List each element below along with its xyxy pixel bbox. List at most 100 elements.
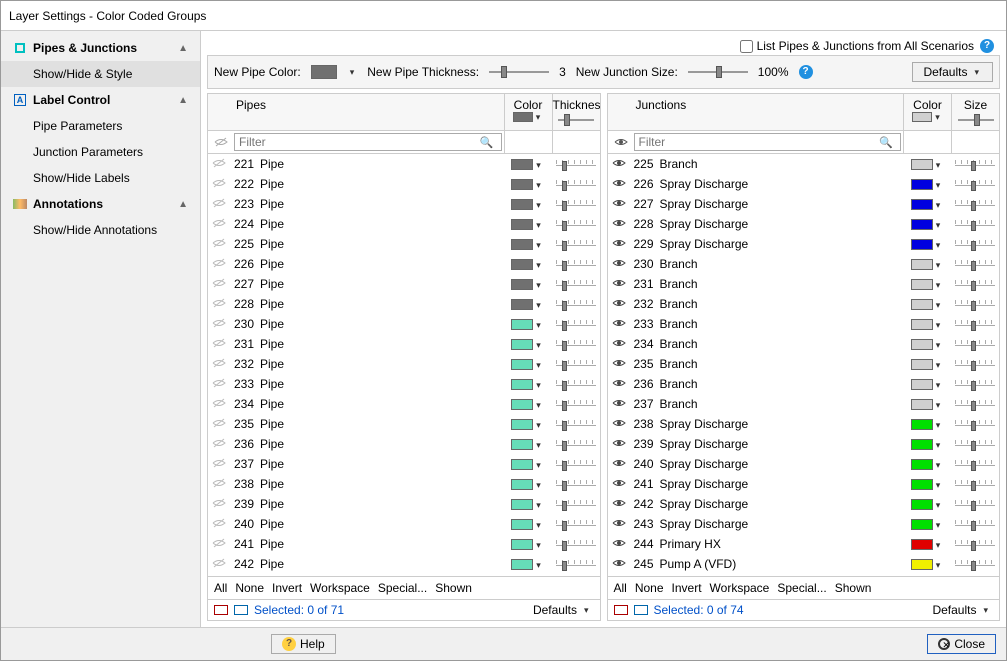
table-row[interactable]: 225 Pipe ▾ [208,234,600,254]
chevron-down-icon[interactable]: ▾ [347,67,358,78]
eye-hidden-icon[interactable] [208,317,230,331]
row-color[interactable]: ▾ [504,417,552,431]
select-special[interactable]: Special... [378,581,427,595]
row-slider[interactable] [951,517,999,531]
row-color[interactable]: ▾ [903,557,951,571]
eye-icon[interactable] [608,397,630,411]
eye-icon[interactable] [608,437,630,451]
row-slider[interactable] [951,497,999,511]
sidebar-header-label-control[interactable]: A Label Control ▲ [1,87,200,113]
chevron-down-icon[interactable]: ▾ [933,280,944,290]
row-color[interactable]: ▾ [903,317,951,331]
table-row[interactable]: 241 Spray Discharge ▾ [608,474,1000,494]
header-thickness-slider[interactable] [558,112,594,128]
table-row[interactable]: 232 Branch ▾ [608,294,1000,314]
chevron-down-icon[interactable]: ▾ [533,112,544,123]
table-row[interactable]: 235 Pipe ▾ [208,414,600,434]
chevron-down-icon[interactable]: ▾ [533,560,544,570]
chevron-down-icon[interactable]: ▾ [533,440,544,450]
chevron-down-icon[interactable]: ▾ [933,420,944,430]
table-row[interactable]: 230 Branch ▾ [608,254,1000,274]
eye-hidden-icon[interactable] [208,297,230,311]
table-row[interactable]: 225 Branch ▾ [608,154,1000,174]
chevron-down-icon[interactable]: ▾ [533,540,544,550]
row-slider[interactable] [552,477,600,491]
chevron-down-icon[interactable]: ▾ [533,380,544,390]
row-slider[interactable] [951,357,999,371]
row-slider[interactable] [552,337,600,351]
junctions-filter-input[interactable] [634,133,902,151]
table-row[interactable]: 226 Spray Discharge ▾ [608,174,1000,194]
chevron-down-icon[interactable]: ▾ [933,520,944,530]
row-slider[interactable] [552,517,600,531]
help-button[interactable]: ? Help [271,634,336,654]
sidebar-item-junction-parameters[interactable]: Junction Parameters [1,139,200,165]
eye-icon[interactable] [614,137,628,147]
row-color[interactable]: ▾ [504,497,552,511]
row-color[interactable]: ▾ [903,457,951,471]
row-color[interactable]: ▾ [504,517,552,531]
eye-icon[interactable] [608,317,630,331]
new-pipe-color-swatch[interactable] [311,65,337,79]
defaults-button[interactable]: Defaults▾ [912,62,993,82]
row-color[interactable]: ▾ [903,257,951,271]
help-icon[interactable]: ? [799,65,813,79]
table-row[interactable]: 223 Pipe ▾ [208,194,600,214]
row-slider[interactable] [552,317,600,331]
row-color[interactable]: ▾ [903,377,951,391]
sidebar-item-showhide-labels[interactable]: Show/Hide Labels [1,165,200,191]
help-icon[interactable]: ? [980,39,994,53]
table-row[interactable]: 240 Spray Discharge ▾ [608,454,1000,474]
eye-icon[interactable] [608,477,630,491]
row-color[interactable]: ▾ [504,457,552,471]
chevron-down-icon[interactable]: ▾ [533,400,544,410]
chevron-down-icon[interactable]: ▾ [933,340,944,350]
eye-icon[interactable] [608,417,630,431]
eye-icon[interactable] [608,537,630,551]
row-color[interactable]: ▾ [903,517,951,531]
row-color[interactable]: ▾ [504,337,552,351]
row-color[interactable]: ▾ [903,197,951,211]
table-row[interactable]: 240 Pipe ▾ [208,514,600,534]
table-row[interactable]: 234 Branch ▾ [608,334,1000,354]
table-row[interactable]: 236 Pipe ▾ [208,434,600,454]
table-row[interactable]: 243 Spray Discharge ▾ [608,514,1000,534]
eye-hidden-icon[interactable] [208,557,230,571]
select-none[interactable]: None [235,581,264,595]
eye-icon[interactable] [608,277,630,291]
row-color[interactable]: ▾ [504,237,552,251]
eye-icon[interactable] [608,177,630,191]
row-color[interactable]: ▾ [504,217,552,231]
row-color[interactable]: ▾ [504,557,552,571]
row-slider[interactable] [951,217,999,231]
row-slider[interactable] [951,477,999,491]
chevron-down-icon[interactable]: ▾ [533,160,544,170]
eye-hidden-icon[interactable] [208,197,230,211]
chevron-down-icon[interactable]: ▾ [533,240,544,250]
eye-hidden-icon[interactable] [208,237,230,251]
row-slider[interactable] [552,417,600,431]
row-color[interactable]: ▾ [903,437,951,451]
row-color[interactable]: ▾ [903,177,951,191]
chevron-down-icon[interactable]: ▾ [533,460,544,470]
table-row[interactable]: 221 Pipe ▾ [208,154,600,174]
row-slider[interactable] [552,557,600,571]
row-slider[interactable] [552,537,600,551]
pipes-filter-input[interactable] [234,133,502,151]
row-slider[interactable] [951,377,999,391]
chevron-down-icon[interactable]: ▾ [533,480,544,490]
row-color[interactable]: ▾ [504,437,552,451]
sidebar-item-pipe-parameters[interactable]: Pipe Parameters [1,113,200,139]
row-slider[interactable] [552,297,600,311]
row-color[interactable]: ▾ [504,377,552,391]
row-color[interactable]: ▾ [903,217,951,231]
chevron-down-icon[interactable]: ▾ [533,260,544,270]
eye-hidden-icon[interactable] [208,477,230,491]
row-slider[interactable] [951,197,999,211]
eye-hidden-icon[interactable] [208,277,230,291]
eye-hidden-icon[interactable] [208,357,230,371]
table-row[interactable]: 237 Pipe ▾ [208,454,600,474]
sidebar-item-showhide-annotations[interactable]: Show/Hide Annotations [1,217,200,243]
eye-hidden-icon[interactable] [208,337,230,351]
chevron-down-icon[interactable]: ▾ [933,440,944,450]
